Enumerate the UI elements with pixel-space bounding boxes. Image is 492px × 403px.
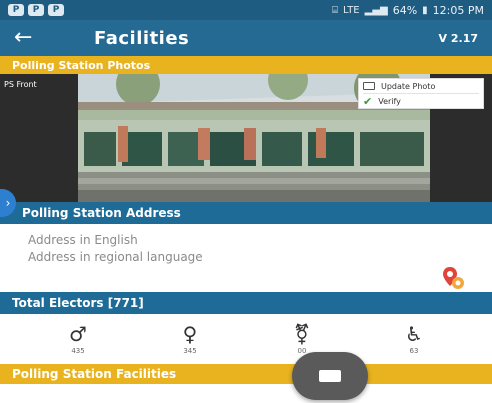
photo-options-menu: Update Photo ✔ Verify <box>358 78 484 109</box>
photos-section-header: Polling Station Photos <box>0 56 492 74</box>
verify-item[interactable]: ✔ Verify <box>359 94 483 108</box>
notification-icon-1: P <box>8 4 24 16</box>
battery-icon: ▮ <box>422 4 428 16</box>
elector-count: 345 <box>183 347 197 355</box>
update-photo-item[interactable]: Update Photo <box>359 79 483 93</box>
elector-female[interactable]: ♀ 345 <box>160 323 220 355</box>
status-bar: P P P ⌸ LTE ▂▄▆ 64% ▮ 12:05 PM <box>0 0 492 20</box>
vibrate-icon: ⌸ <box>332 4 338 16</box>
app-bar: ← Facilities V 2.17 <box>0 20 492 56</box>
message-button[interactable] <box>292 352 368 400</box>
address-english: Address in English <box>28 233 138 247</box>
photo-carousel[interactable]: PS Front Update Photo ✔ Verify <box>0 74 492 202</box>
update-photo-label: Update Photo <box>381 81 436 91</box>
elector-third-gender[interactable]: ⚧ 00 <box>272 323 332 355</box>
notification-icon-3: P <box>48 4 64 16</box>
third-gender-icon: ⚧ <box>293 322 311 346</box>
address-regional: Address in regional language <box>28 250 203 264</box>
elector-male[interactable]: ♂ 435 <box>48 323 108 355</box>
photos-section-title: Polling Station Photos <box>12 58 151 72</box>
elector-count: 435 <box>71 347 85 355</box>
facilities-screen: P P P ⌸ LTE ▂▄▆ 64% ▮ 12:05 PM ← Facilit… <box>0 0 492 403</box>
clock: 12:05 PM <box>432 3 484 17</box>
electors-section-title: Total Electors [771] <box>12 296 144 310</box>
arrow-left-icon[interactable]: ← <box>14 27 48 49</box>
address-section-title: Polling Station Address <box>22 206 181 220</box>
electors-section-header: Total Electors [771] <box>0 292 492 314</box>
male-icon: ♂ <box>69 322 87 346</box>
notification-icon-2: P <box>28 4 44 16</box>
address-block: Address in English Address in regional l… <box>28 232 203 266</box>
facilities-section-header: Polling Station Facilities <box>0 364 492 384</box>
verify-label: Verify <box>378 96 401 106</box>
electors-breakdown: ♂ 435 ♀ 345 ⚧ 00 ♿ 63 <box>0 318 492 360</box>
female-icon: ♀ <box>182 322 198 346</box>
wheelchair-icon: ♿ <box>405 322 423 346</box>
page-title: Facilities <box>94 27 190 49</box>
check-icon: ✔ <box>363 94 373 108</box>
message-icon <box>319 370 341 382</box>
battery-level: 64% <box>392 3 418 17</box>
app-version: V 2.17 <box>438 31 478 45</box>
address-section-header: Polling Station Address <box>0 202 492 224</box>
photo-label: PS Front <box>4 80 37 89</box>
elector-pwd[interactable]: ♿ 63 <box>384 323 444 355</box>
map-pin-icon[interactable] <box>442 266 464 290</box>
signal-icon: ▂▄▆ <box>364 4 388 16</box>
facilities-section-title: Polling Station Facilities <box>12 367 177 381</box>
camera-icon <box>363 82 375 90</box>
elector-count: 63 <box>409 347 419 355</box>
notification-icons: P P P <box>8 4 64 16</box>
network-type: LTE <box>343 4 360 16</box>
